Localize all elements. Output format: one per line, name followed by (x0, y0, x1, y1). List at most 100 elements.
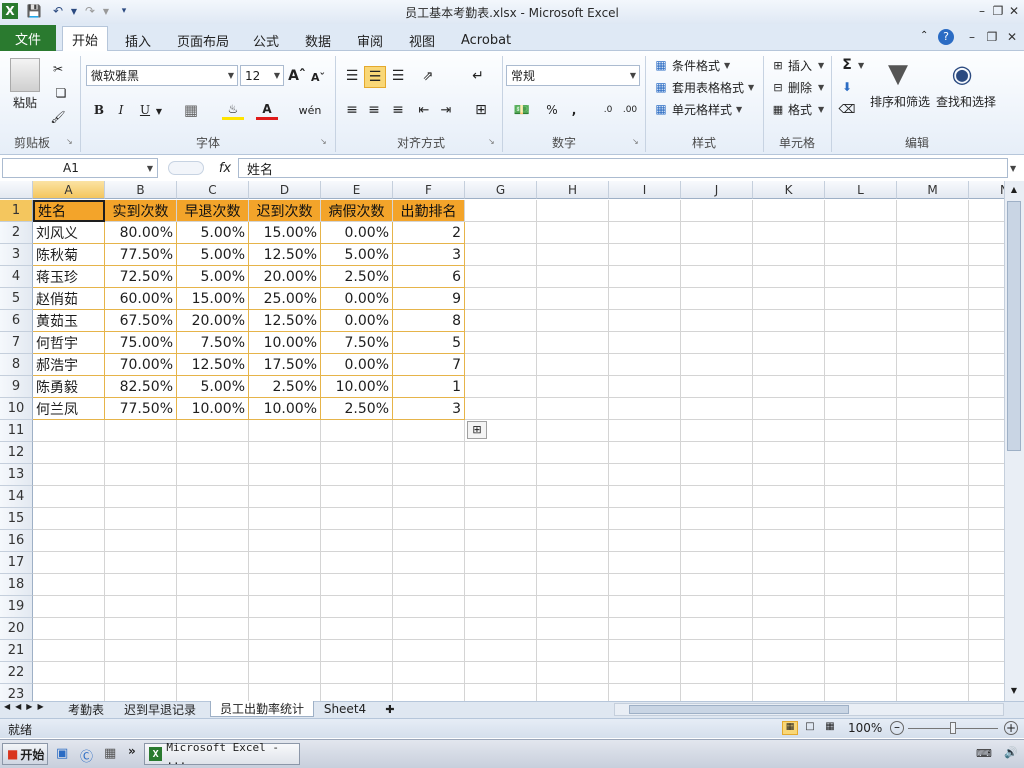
vertical-scroll-thumb[interactable] (1007, 201, 1021, 451)
cell[interactable] (465, 200, 537, 222)
cell[interactable] (825, 508, 897, 530)
row-header[interactable]: 21 (0, 640, 33, 662)
cell[interactable] (753, 640, 825, 662)
cell[interactable] (177, 618, 249, 640)
page-layout-view-icon[interactable]: □ (802, 721, 818, 735)
data-cell[interactable]: 77.50% (105, 398, 177, 420)
row-header[interactable]: 23 (0, 684, 33, 701)
data-cell[interactable]: 5.00% (177, 244, 249, 266)
paste-button[interactable]: 粘贴 (8, 94, 42, 111)
font-name-select[interactable]: 微软雅黑 ▼ (86, 65, 238, 86)
row-header[interactable]: 20 (0, 618, 33, 640)
column-header[interactable]: I (609, 181, 681, 199)
cell[interactable] (969, 222, 1004, 244)
cell[interactable] (609, 530, 681, 552)
quick-launch-icon[interactable]: ▦ (104, 746, 116, 761)
fill-icon[interactable]: ⬇ (838, 78, 856, 96)
cell[interactable] (249, 662, 321, 684)
cell[interactable] (105, 618, 177, 640)
cell[interactable] (753, 552, 825, 574)
cell[interactable] (321, 508, 393, 530)
cell[interactable] (393, 574, 465, 596)
cell[interactable] (393, 618, 465, 640)
taskbar-excel-button[interactable]: X Microsoft Excel - ... (144, 741, 300, 767)
cell[interactable] (321, 618, 393, 640)
cell[interactable] (969, 618, 1004, 640)
worksheet-grid[interactable]: ABCDEFGHIJKLMN 1234567891011121314151617… (0, 181, 1004, 701)
cell[interactable] (105, 640, 177, 662)
cell[interactable] (177, 508, 249, 530)
fill-color-icon[interactable]: ♨ (222, 100, 244, 120)
vertical-scrollbar[interactable]: ▲ ▼ (1004, 181, 1024, 701)
paste-options-icon[interactable]: ⊞ (467, 421, 487, 439)
decrease-indent-icon[interactable]: ⇤ (414, 100, 434, 120)
cell[interactable] (33, 530, 105, 552)
cell[interactable] (465, 310, 537, 332)
cell[interactable] (177, 486, 249, 508)
cell[interactable] (393, 552, 465, 574)
cell[interactable] (753, 200, 825, 222)
underline-button[interactable]: U (136, 100, 154, 120)
cell[interactable] (681, 464, 753, 486)
row-header[interactable]: 2 (0, 222, 33, 244)
cell[interactable] (537, 288, 609, 310)
expand-formula-bar-icon[interactable]: ▼ (1010, 164, 1016, 173)
cell[interactable] (537, 332, 609, 354)
cell[interactable] (105, 442, 177, 464)
cell[interactable] (249, 552, 321, 574)
data-cell[interactable]: 15.00% (177, 288, 249, 310)
insert-cells-button[interactable]: 插入 (788, 57, 812, 74)
cell[interactable] (969, 310, 1004, 332)
insert-sheet-icon[interactable]: ✚ (378, 701, 402, 717)
cell[interactable] (753, 508, 825, 530)
cell[interactable] (897, 574, 969, 596)
shrink-font-icon[interactable]: Aˇ (310, 68, 326, 86)
data-cell[interactable]: 2.50% (321, 266, 393, 288)
cell[interactable] (969, 398, 1004, 420)
tab-acrobat[interactable]: Acrobat (452, 29, 520, 51)
cell[interactable] (969, 684, 1004, 701)
cell[interactable] (105, 420, 177, 442)
cell[interactable] (609, 310, 681, 332)
cut-icon[interactable]: ✂ (48, 60, 68, 78)
cell[interactable] (105, 552, 177, 574)
clipboard-launcher-icon[interactable]: ↘ (66, 137, 73, 146)
keyboard-icon[interactable]: ⌨ (976, 747, 992, 760)
data-cell[interactable]: 60.00% (105, 288, 177, 310)
row-header[interactable]: 11 (0, 420, 33, 442)
cell[interactable] (33, 420, 105, 442)
zoom-out-icon[interactable]: – (890, 721, 904, 735)
data-cell[interactable]: 0.00% (321, 222, 393, 244)
data-cell[interactable]: 何兰凤 (33, 398, 105, 420)
decrease-decimal-icon[interactable]: .00 (620, 100, 640, 120)
cell[interactable] (969, 442, 1004, 464)
cell[interactable] (609, 222, 681, 244)
row-header[interactable]: 15 (0, 508, 33, 530)
cell[interactable] (681, 530, 753, 552)
name-box[interactable]: A1 ▼ (2, 158, 158, 178)
cell[interactable] (753, 310, 825, 332)
zoom-in-icon[interactable]: + (1004, 721, 1018, 735)
cell[interactable] (465, 662, 537, 684)
cell[interactable] (969, 508, 1004, 530)
cell[interactable] (33, 442, 105, 464)
cell[interactable] (753, 574, 825, 596)
quick-launch-more-icon[interactable]: » (128, 744, 136, 758)
cell[interactable] (969, 662, 1004, 684)
header-cell[interactable]: 实到次数 (105, 200, 177, 222)
data-cell[interactable]: 5.00% (177, 222, 249, 244)
cell[interactable] (249, 442, 321, 464)
cell[interactable] (969, 266, 1004, 288)
cell[interactable] (609, 662, 681, 684)
cell[interactable] (681, 266, 753, 288)
data-cell[interactable]: 17.50% (249, 354, 321, 376)
cell[interactable] (33, 508, 105, 530)
cell[interactable] (105, 684, 177, 701)
cell[interactable] (825, 530, 897, 552)
accounting-format-icon[interactable]: 💵 (508, 100, 536, 120)
cell[interactable] (33, 640, 105, 662)
cell[interactable] (753, 662, 825, 684)
tab-file[interactable]: 文件 (0, 25, 56, 51)
horizontal-scroll-thumb[interactable] (629, 705, 849, 714)
header-cell[interactable]: 姓名 (33, 200, 105, 222)
